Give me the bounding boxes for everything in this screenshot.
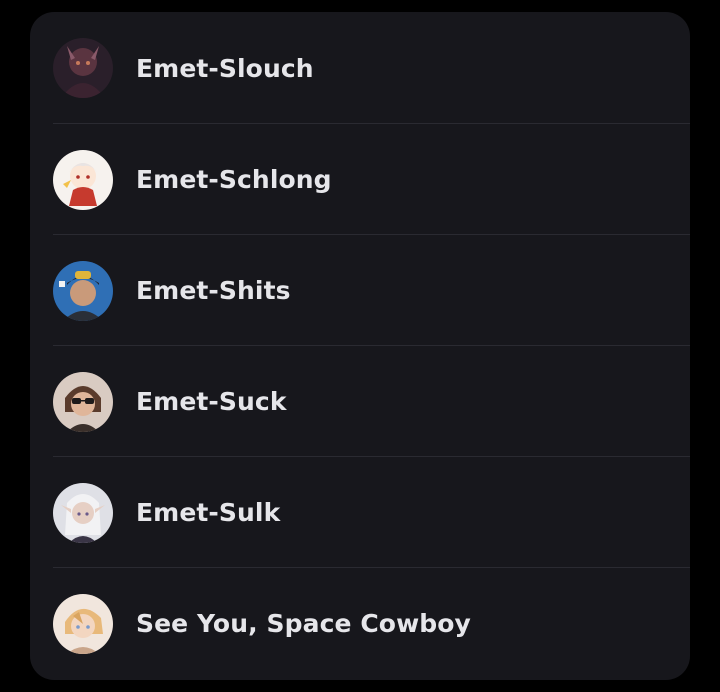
man-with-cap-avatar-icon bbox=[53, 260, 113, 321]
contact-row[interactable]: Emet-Slouch bbox=[30, 12, 690, 124]
contact-name: Emet-Shits bbox=[136, 276, 291, 305]
contact-name: Emet-Suck bbox=[136, 387, 287, 416]
contact-name: See You, Space Cowboy bbox=[136, 609, 471, 638]
blonde-character-avatar-icon bbox=[53, 593, 113, 654]
contact-name: Emet-Sulk bbox=[136, 498, 281, 527]
contact-name: Emet-Slouch bbox=[136, 53, 314, 83]
contact-row[interactable]: Emet-Schlong bbox=[30, 124, 690, 235]
dark-horned-character-avatar-icon bbox=[53, 38, 113, 98]
contact-row[interactable]: See You, Space Cowboy bbox=[30, 568, 690, 679]
man-with-sunglasses-avatar-icon bbox=[53, 371, 113, 432]
white-hair-elf-avatar-icon bbox=[53, 482, 113, 543]
chibi-white-hair-character-avatar-icon bbox=[53, 149, 113, 210]
contact-name: Emet-Schlong bbox=[136, 165, 332, 194]
contact-row[interactable]: Emet-Shits bbox=[30, 235, 690, 346]
contact-row[interactable]: Emet-Sulk bbox=[30, 457, 690, 568]
contact-list: Emet-Slouch Emet-Schlong Emet-Shits Emet… bbox=[30, 12, 690, 680]
contact-row[interactable]: Emet-Suck bbox=[30, 346, 690, 457]
